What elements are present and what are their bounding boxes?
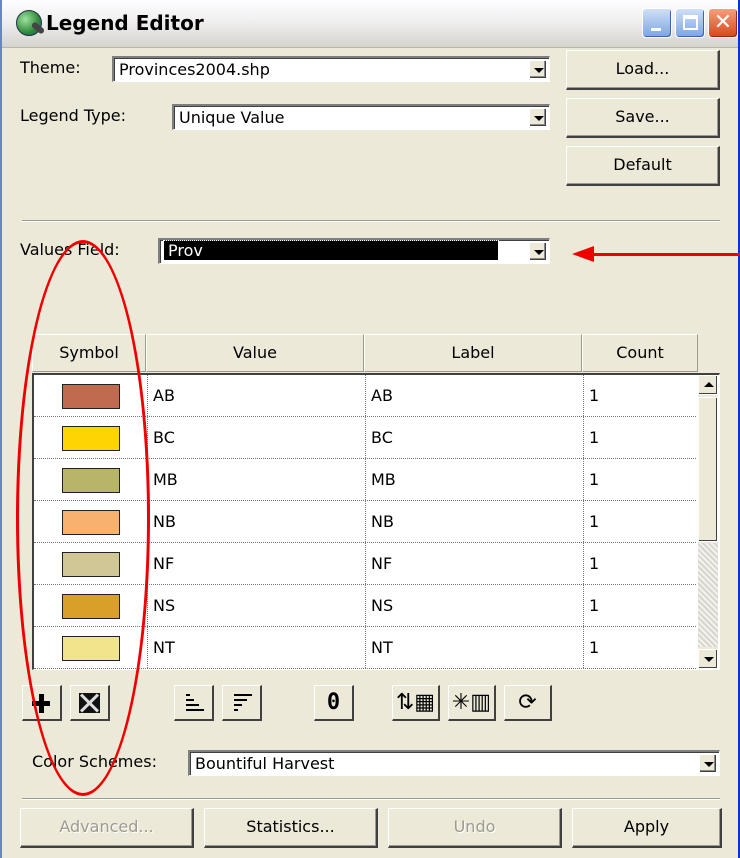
scroll-down-button[interactable] <box>698 649 718 669</box>
load-button[interactable]: Load... <box>566 50 720 90</box>
null-value-button[interactable]: 0 <box>314 685 354 721</box>
value-cell[interactable]: NB <box>148 501 366 542</box>
scroll-track[interactable] <box>698 543 718 647</box>
values-field-dropdown[interactable]: Prov <box>158 238 550 264</box>
theme-dropdown[interactable]: Provinces2004.shp <box>112 56 550 82</box>
count-cell: 1 <box>589 596 600 615</box>
title-bar[interactable]: Legend Editor ✕ <box>2 0 738 48</box>
symbol-properties-icon: ✳▥ <box>451 690 492 715</box>
label-cell[interactable]: NT <box>366 627 584 668</box>
sort-ascending-icon <box>184 692 204 714</box>
label-cell[interactable]: NS <box>366 585 584 626</box>
vertical-scrollbar[interactable] <box>698 375 718 669</box>
statistics-button[interactable]: Statistics... <box>204 808 378 848</box>
legend-type-label: Legend Type: <box>20 106 126 125</box>
symbol-properties-button[interactable]: ✳▥ <box>448 685 496 721</box>
chevron-down-icon[interactable] <box>529 242 547 261</box>
sort-ascending-button[interactable] <box>174 685 214 721</box>
sort-descending-icon <box>232 692 252 714</box>
maximize-icon <box>683 15 698 30</box>
save-button[interactable]: Save... <box>566 98 720 138</box>
undo-button: Undo <box>388 808 562 848</box>
count-cell: 1 <box>589 386 600 405</box>
value-cell[interactable]: BC <box>148 417 366 458</box>
default-button[interactable]: Default <box>566 146 720 186</box>
color-schemes-value: Bountiful Harvest <box>195 754 335 773</box>
value-cell[interactable]: NS <box>148 585 366 626</box>
advanced-button: Advanced... <box>20 808 194 848</box>
column-header-value[interactable]: Value <box>146 334 364 372</box>
sort-descending-button[interactable] <box>222 685 262 721</box>
refresh-colors-icon: ⟳ <box>518 690 537 715</box>
annotation-arrow <box>590 253 740 256</box>
color-schemes-dropdown[interactable]: Bountiful Harvest <box>188 750 720 776</box>
scroll-thumb[interactable] <box>698 397 718 542</box>
minimize-button[interactable] <box>642 8 672 38</box>
maximize-button[interactable] <box>675 8 705 38</box>
minimize-icon <box>651 28 661 31</box>
theme-value: Provinces2004.shp <box>119 60 270 79</box>
close-button[interactable]: ✕ <box>708 8 738 38</box>
label-cell[interactable]: BC <box>366 417 584 458</box>
value-cell[interactable]: NT <box>148 627 366 668</box>
count-cell: 1 <box>589 470 600 489</box>
theme-label: Theme: <box>20 58 81 77</box>
column-header-label[interactable]: Label <box>364 334 582 372</box>
divider <box>22 220 720 222</box>
value-cell[interactable]: AB <box>148 375 366 416</box>
close-icon: ✕ <box>713 10 733 35</box>
label-cell[interactable]: MB <box>366 459 584 500</box>
window-title: Legend Editor <box>46 11 204 35</box>
label-cell[interactable]: NF <box>366 543 584 584</box>
count-cell: 1 <box>589 512 600 531</box>
zero-icon: 0 <box>326 690 341 715</box>
apply-button[interactable]: Apply <box>572 808 722 848</box>
values-field-value: Prov <box>163 240 499 261</box>
legend-type-dropdown[interactable]: Unique Value <box>172 104 550 130</box>
chevron-down-icon[interactable] <box>529 60 547 79</box>
divider <box>22 798 720 800</box>
count-cell: 1 <box>589 638 600 657</box>
label-cell[interactable]: AB <box>366 375 584 416</box>
reverse-symbols-icon: ⇅▦ <box>395 690 436 715</box>
value-cell[interactable]: NF <box>148 543 366 584</box>
annotation-ellipse <box>16 240 150 796</box>
chevron-down-icon[interactable] <box>529 108 547 127</box>
column-header-count[interactable]: Count <box>582 334 698 372</box>
count-cell: 1 <box>589 428 600 447</box>
chevron-down-icon[interactable] <box>699 754 717 773</box>
globe-magnifier-icon <box>16 10 42 36</box>
label-cell[interactable]: NB <box>366 501 584 542</box>
reverse-symbols-button[interactable]: ⇅▦ <box>392 685 440 721</box>
value-cell[interactable]: MB <box>148 459 366 500</box>
legend-type-value: Unique Value <box>179 108 285 127</box>
color-ramp-button[interactable]: ⟳ <box>504 685 552 721</box>
count-cell: 1 <box>589 554 600 573</box>
scroll-up-button[interactable] <box>698 375 718 395</box>
